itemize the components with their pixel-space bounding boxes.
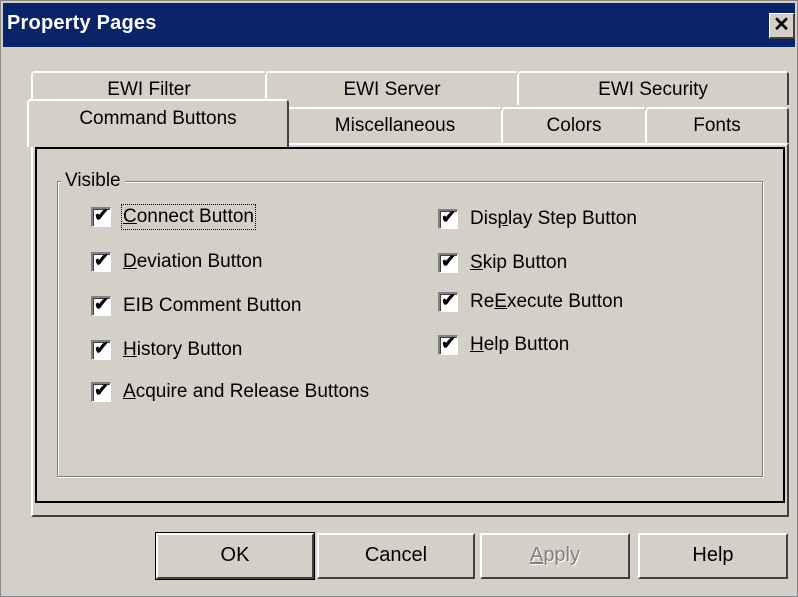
tab-label: EWI Server (343, 79, 441, 100)
checkbox-label: Skip Button (470, 252, 568, 273)
check-icon: ✔ (94, 250, 110, 270)
checkbox-box[interactable]: ✔ (91, 380, 111, 402)
history-button-checkbox[interactable]: ✔ History Button (91, 338, 243, 361)
tab-label: Miscellaneous (334, 115, 456, 136)
checkbox-box[interactable]: ✔ (91, 205, 111, 227)
check-icon: ✔ (441, 207, 457, 227)
tab-ewi-server[interactable]: EWI Server (265, 71, 519, 105)
checkbox-label: Help Button (470, 334, 570, 355)
cancel-label: Cancel (364, 544, 428, 566)
ok-label: OK (220, 544, 250, 566)
cancel-button[interactable]: Cancel (317, 533, 475, 579)
checkbox-label: Acquire and Release Buttons (123, 381, 370, 402)
checkbox-label: Deviation Button (123, 251, 263, 272)
checkbox-box[interactable]: ✔ (438, 207, 458, 229)
help-label: Help (692, 544, 734, 566)
tab-command-buttons[interactable]: Command Buttons (27, 99, 289, 147)
checkbox-box[interactable]: ✔ (438, 251, 458, 273)
checkbox-label: EIB Comment Button (123, 295, 302, 316)
reexecute-button-checkbox[interactable]: ✔ ReExecute Button (438, 290, 624, 313)
tab-label: Command Buttons (79, 108, 237, 129)
check-icon: ✔ (441, 333, 457, 353)
help-button[interactable]: Help (638, 533, 788, 579)
checkbox-box[interactable]: ✔ (91, 338, 111, 360)
help-button-checkbox[interactable]: ✔ Help Button (438, 333, 570, 356)
display-step-button-checkbox[interactable]: ✔ Display Step Button (438, 207, 637, 230)
checkbox-label: ReExecute Button (470, 291, 624, 312)
close-button[interactable]: ✕ (769, 13, 795, 39)
tab-label: Colors (546, 115, 602, 136)
tab-colors[interactable]: Colors (501, 107, 647, 143)
tab-ewi-security[interactable]: EWI Security (517, 71, 789, 105)
apply-label: Apply (529, 544, 581, 566)
check-icon: ✔ (94, 205, 110, 225)
tab-label: Fonts (693, 115, 741, 136)
check-icon: ✔ (441, 290, 457, 310)
checkbox-box[interactable]: ✔ (91, 294, 111, 316)
property-pages-dialog: Property Pages ✕ EWI Filter EWI Server E… (0, 0, 798, 597)
tab-fonts[interactable]: Fonts (645, 107, 789, 143)
check-icon: ✔ (94, 380, 110, 400)
check-icon: ✔ (441, 251, 457, 271)
deviation-button-checkbox[interactable]: ✔ Deviation Button (91, 250, 263, 273)
checkbox-label: History Button (123, 339, 243, 360)
group-label: Visible (61, 170, 125, 192)
checkbox-label: Connect Button (121, 204, 256, 230)
checkbox-box[interactable]: ✔ (438, 333, 458, 355)
checkbox-box[interactable]: ✔ (438, 290, 458, 312)
tab-miscellaneous[interactable]: Miscellaneous (287, 107, 503, 143)
close-icon: ✕ (773, 14, 790, 36)
acquire-release-buttons-checkbox[interactable]: ✔ Acquire and Release Buttons (91, 380, 370, 403)
checkbox-box[interactable]: ✔ (91, 250, 111, 272)
ok-button[interactable]: OK (155, 532, 315, 580)
title-bar[interactable]: Property Pages ✕ (3, 3, 795, 47)
window-title: Property Pages (7, 12, 157, 34)
connect-button-checkbox[interactable]: ✔ Connect Button (91, 204, 256, 230)
apply-button[interactable]: Apply (480, 533, 630, 579)
tab-label: EWI Security (598, 79, 708, 100)
checkbox-label: Display Step Button (470, 208, 637, 229)
tab-label: EWI Filter (107, 79, 191, 100)
eib-comment-button-checkbox[interactable]: ✔ EIB Comment Button (91, 294, 302, 317)
skip-button-checkbox[interactable]: ✔ Skip Button (438, 251, 568, 274)
check-icon: ✔ (94, 294, 110, 314)
check-icon: ✔ (94, 338, 110, 358)
